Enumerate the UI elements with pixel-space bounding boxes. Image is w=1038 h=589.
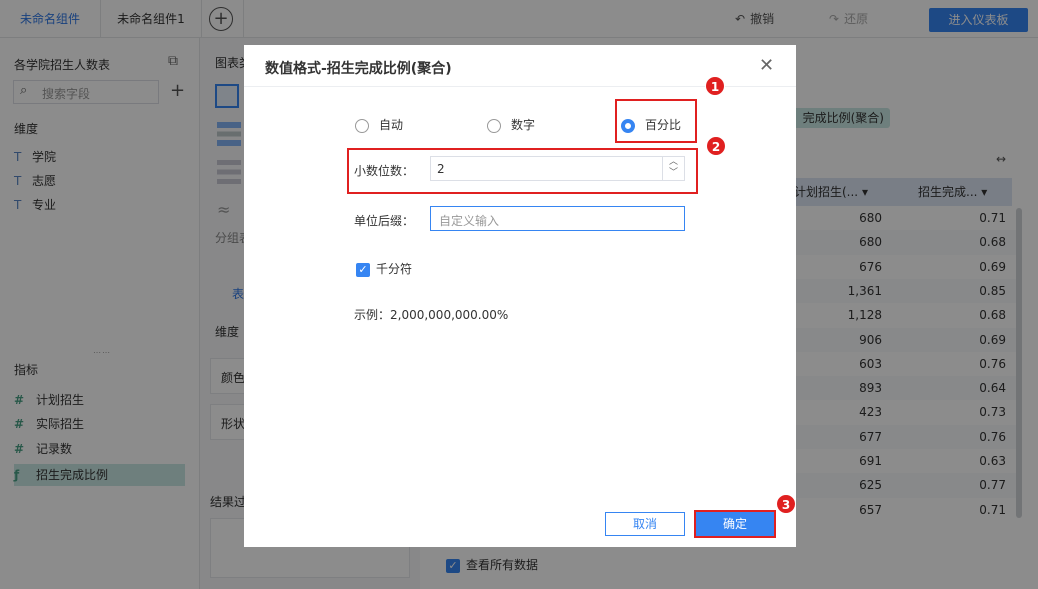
radio-circle <box>487 118 501 133</box>
annotation-badge-2: 2 <box>706 136 726 156</box>
annotation-box-ok <box>694 510 776 538</box>
annotation-badge-1: 1 <box>705 76 725 96</box>
thousands-separator-checkbox[interactable]: ✓ 千分符 <box>356 260 412 277</box>
dialog-title: 数值格式-招生完成比例(聚合) <box>265 61 452 77</box>
radio-number[interactable]: 数字 <box>487 117 535 133</box>
unit-suffix-input[interactable]: 自定义输入 <box>430 206 685 231</box>
format-example: 示例：2,000,000,000.00% <box>354 308 509 322</box>
annotation-box-decimal <box>347 148 698 194</box>
radio-circle <box>355 118 369 133</box>
cancel-button[interactable]: 取消 <box>605 512 685 536</box>
close-icon[interactable]: ✕ <box>759 55 774 76</box>
radio-auto[interactable]: 自动 <box>355 117 403 133</box>
unit-suffix-label: 单位后缀： <box>354 214 415 228</box>
number-format-dialog: 数值格式-招生完成比例(聚合) ✕ 自动 数字 百分比 小数位数： 2 ︿ ﹀ 单… <box>244 45 796 547</box>
checkbox-checked-icon: ✓ <box>356 262 370 277</box>
annotation-box-percent <box>615 99 697 143</box>
annotation-badge-3: 3 <box>776 494 796 514</box>
